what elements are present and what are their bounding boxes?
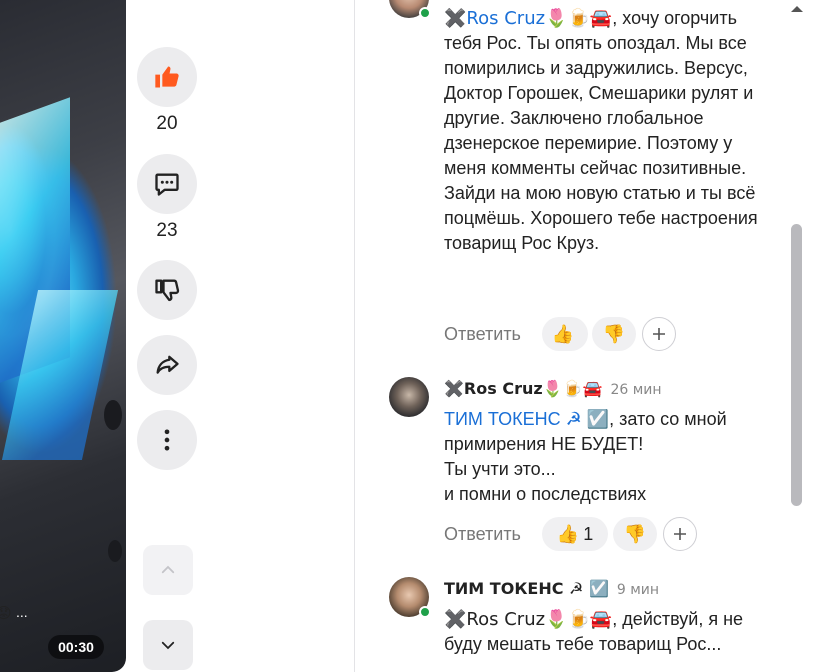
comment-time: 26 мин — [610, 382, 662, 398]
video-frame-rock — [108, 540, 122, 562]
add-reaction-button[interactable] — [663, 517, 697, 551]
comment-text: ✖️Ros Cruz🌷🍺🚘, хочу огорчить тебя Рос. Т… — [444, 6, 770, 256]
video-overlay-dots: ... — [16, 604, 28, 620]
reply-button[interactable]: Ответить — [444, 524, 521, 545]
chevron-down-icon — [161, 641, 175, 650]
previous-video-button[interactable] — [143, 545, 193, 595]
add-reaction-button[interactable] — [642, 317, 676, 351]
video-frame-rock — [104, 400, 122, 430]
scroll-up-icon — [791, 6, 803, 12]
reply-button[interactable]: Ответить — [444, 324, 521, 345]
dislike-button[interactable] — [137, 260, 197, 320]
more-button[interactable] — [137, 410, 197, 470]
comment-text: ✖️Ros Cruz🌷🍺🚘, действуй, я не буду мешат… — [444, 607, 770, 672]
comment-author-name: ✖️Ros Cruz🌷🍺🚘 — [444, 379, 603, 398]
online-indicator — [419, 606, 431, 618]
comment-like-button[interactable]: 👍 1 — [542, 517, 608, 551]
comment-like-count: 1 — [583, 523, 594, 544]
like-button[interactable] — [137, 47, 197, 107]
comment-body-line: Ты учти это... — [444, 459, 556, 479]
thumbs-up-emoji-icon: 👍 — [556, 523, 580, 545]
chevron-up-icon — [161, 565, 175, 574]
comment-author-name: ТИМ ТОКЕНС ☭ ☑️ — [444, 579, 609, 598]
comment-dislike-button[interactable]: 👎 — [613, 517, 657, 551]
comment-mention[interactable]: ✖️Ros Cruz🌷🍺🚘 — [444, 609, 612, 630]
scrollbar-thumb[interactable] — [791, 224, 802, 506]
comment-author[interactable]: ТИМ ТОКЕНС ☭ ☑️ 9 мин — [444, 579, 659, 598]
comment-mention[interactable]: ТИМ ТОКЕНС ☭ ☑️ — [444, 409, 609, 429]
thumbs-up-icon — [155, 66, 179, 88]
video-player[interactable]: 😟 ... 00:30 — [0, 0, 126, 672]
comment-dislike-button[interactable]: 👎 — [592, 317, 636, 351]
comments-button[interactable] — [137, 154, 197, 214]
comment-icon — [155, 173, 179, 196]
comment-text: ТИМ ТОКЕНС ☭ ☑️, зато со мной примирения… — [444, 407, 770, 507]
comment-author[interactable]: ✖️Ros Cruz🌷🍺🚘 26 мин — [444, 379, 662, 398]
comment-body: , хочу огорчить тебя Рос. Ты опять опозд… — [444, 8, 758, 253]
video-overlay-emoji: 😟 — [0, 605, 12, 622]
thumbs-down-icon — [155, 279, 180, 302]
plus-icon — [653, 328, 665, 340]
thumbs-down-emoji-icon: 👎 — [602, 323, 626, 345]
plus-icon — [674, 528, 686, 540]
video-timer: 00:30 — [48, 635, 104, 659]
online-indicator — [419, 7, 431, 19]
share-button[interactable] — [137, 335, 197, 395]
comment-time: 9 мин — [616, 582, 660, 598]
comment-mention[interactable]: ✖️Ros Cruz🌷🍺🚘 — [444, 8, 612, 29]
comment-like-button[interactable]: 👍 — [542, 317, 588, 351]
next-video-button[interactable] — [143, 620, 193, 670]
share-icon — [156, 355, 179, 374]
avatar[interactable] — [389, 377, 429, 417]
thumbs-down-emoji-icon: 👎 — [623, 523, 647, 545]
thumbs-up-emoji-icon: 👍 — [551, 323, 575, 345]
comment-body-line: и помни о последствиях — [444, 484, 647, 504]
like-count: 20 — [156, 113, 178, 134]
more-vertical-icon — [164, 429, 170, 451]
comment-count: 23 — [156, 220, 178, 241]
panel-divider — [354, 0, 355, 672]
scrollbar-up-arrow[interactable] — [788, 2, 806, 20]
